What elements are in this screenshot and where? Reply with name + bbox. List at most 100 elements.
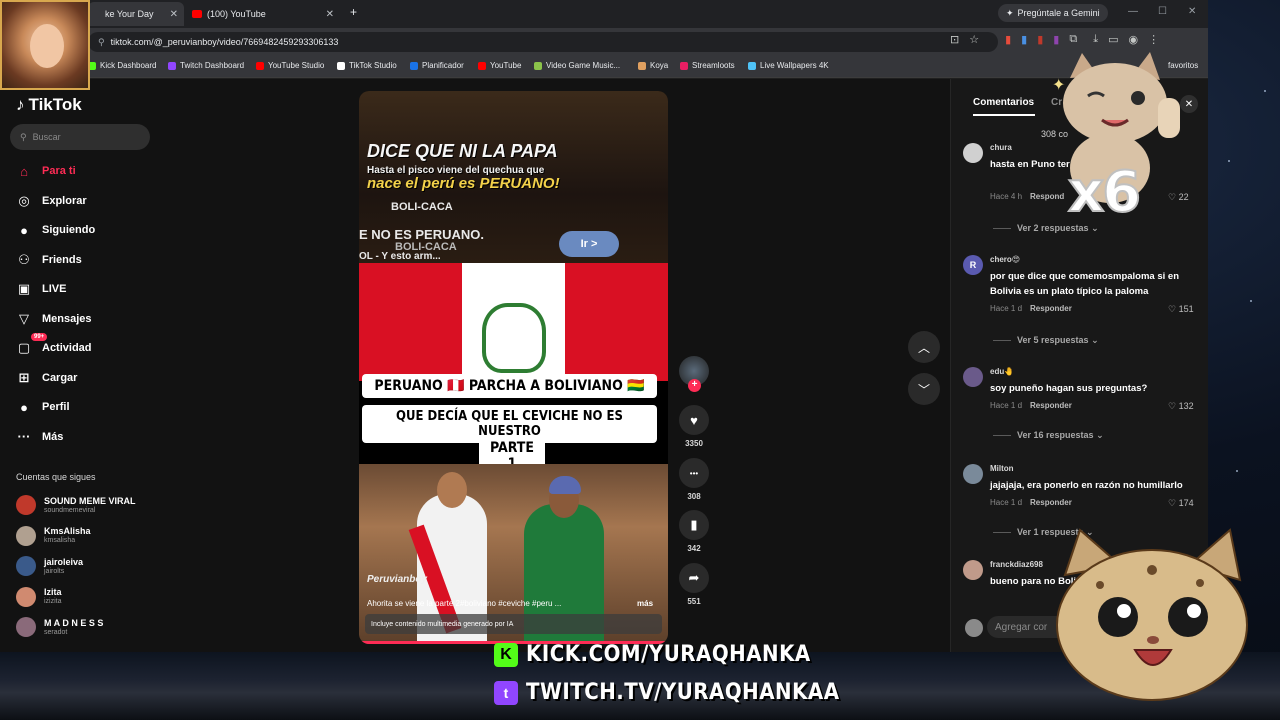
comment-action[interactable]: ••• 308 [676,458,712,501]
followed-account[interactable]: SOUND MEME VIRAL soundmemeviral [16,495,136,515]
bookmark-label: Twitch Dashboard [180,61,245,70]
bookmark-item[interactable]: YouTube [478,61,521,70]
followed-account[interactable]: Izita izizita [16,586,62,607]
tab-comments[interactable]: Comentarios [973,97,1034,108]
heart-outline-icon: ♡ [1168,304,1179,314]
upload-icon: ⊞ [18,369,30,385]
followed-account[interactable]: M A D N E S Sseradot [16,617,103,637]
extension-icon[interactable]: ▮ [1005,33,1011,46]
share-icon: ➦ [679,563,709,593]
sidebar-item-actividad[interactable]: ▢ 99+ Actividad [16,333,92,357]
bookmark-item[interactable]: Streamloots [680,61,735,70]
profile-avatar-icon[interactable]: ◉ [1128,33,1138,46]
kick-logo-icon: K [494,642,518,667]
sidebar-item-friends[interactable]: ⚇ Friends [16,251,82,269]
go-button: Ir > [559,231,619,257]
sidebar-item-perfil[interactable]: ● Perfil [16,398,69,416]
url-field[interactable]: ⚲ tiktok.com/@_peruvianboy/video/7669482… [88,32,998,52]
comment-username[interactable]: franckdiaz698 [990,560,1043,569]
sidebar-item-para-ti[interactable]: ⌂ Para ti [16,162,76,180]
view-replies-button[interactable]: Ver 5 respuestas ⌄ [993,335,1099,346]
site-info-icon[interactable]: ⚲ [98,37,105,48]
tiktok-logo[interactable]: ♪ TikTok [16,95,82,115]
minimize-button[interactable]: — [1128,6,1138,17]
previous-video-button[interactable]: ︿ [908,331,940,363]
comment-like-button[interactable]: ♡ 132 [1168,401,1194,412]
bookmark-favicon-icon [680,61,688,70]
close-tab-icon[interactable]: ✕ [170,9,178,20]
my-avatar [965,619,983,637]
comment-username[interactable]: chero😍 [990,255,1020,264]
tab-youtube[interactable]: (100) YouTube ✕ [190,2,340,26]
next-video-button[interactable]: ﹀ [908,373,940,405]
followed-account[interactable]: jairoleiva jairolts [16,556,83,576]
avatar[interactable]: R [963,255,983,275]
more-icon: ··· [17,429,31,444]
reply-button[interactable]: Responder [1030,401,1072,410]
menu-kebab-icon[interactable]: ⋮ [1148,33,1159,46]
maximize-button[interactable]: ☐ [1158,6,1167,17]
share-action[interactable]: ➦ 551 [676,563,712,606]
like-action[interactable]: ♥ 3350 [676,405,712,448]
avatar[interactable] [963,464,983,484]
sidebar-item-live[interactable]: ▣ LIVE [16,280,67,298]
bookmark-item[interactable]: Planificador [410,61,464,70]
video-player[interactable]: DICE QUE NI LA PAPA Hasta el pisco viene… [359,91,668,644]
sidebar-item-más[interactable]: ··· Más [16,428,64,446]
followed-account[interactable]: KmsAlisha kmsalisha [16,525,91,546]
comment-username[interactable]: Milton [990,464,1014,473]
bookmark-favicon-icon [534,61,542,70]
avatar[interactable] [963,560,983,580]
extensions-puzzle-icon[interactable]: ⧉ [1069,33,1077,46]
close-tab-icon[interactable]: ✕ [326,9,334,20]
bookmark-label: Streamloots [692,61,735,70]
caption-more-link[interactable]: más [637,599,653,608]
video-title-line: PERUANO 🇵🇪 PARCHA A BOLIVIANO 🇧🇴 [362,374,657,398]
sidebar-item-explorar[interactable]: ◎ Explorar [16,192,86,210]
account-handle: seradot [44,628,68,636]
extension-icon[interactable]: ▮ [1037,33,1043,46]
account-info: M A D N E S Sseradot [44,618,103,637]
save-action[interactable]: ▮ 342 [676,510,712,553]
bookmark-item[interactable]: Video Game Music... [534,61,620,70]
sidebar-icon[interactable]: ▭ [1108,33,1118,46]
extension-icon[interactable]: ▮ [1053,33,1059,46]
avatar[interactable] [963,143,983,163]
comment-like-button[interactable]: ♡ 151 [1168,304,1194,315]
comment-username[interactable]: edu🤚 [990,367,1014,376]
view-replies-button[interactable]: Ver 16 respuestas ⌄ [993,430,1104,441]
sidebar-item-siguiendo[interactable]: ● Siguiendo [16,221,95,239]
notification-badge: 99+ [31,333,48,341]
download-icon[interactable]: ⤓ [1093,33,1098,46]
follow-plus-icon[interactable]: + [688,379,701,392]
reply-button[interactable]: Responder [1030,498,1072,507]
comment-like-button[interactable]: ♡ 174 [1168,498,1194,509]
avatar[interactable] [963,367,983,387]
save-count: 342 [687,544,701,553]
close-window-button[interactable]: ✕ [1188,6,1196,17]
search-input[interactable]: ⚲ Buscar [10,124,150,150]
compass-icon: ◎ [18,192,30,208]
sidebar-item-cargar[interactable]: ⊞ Cargar [16,369,78,387]
bookmark-item[interactable]: Twitch Dashboard [168,61,244,70]
extension-icon[interactable]: ▮ [1021,33,1027,46]
heart-outline-icon: ♡ [1168,498,1179,508]
bookmark-item[interactable]: Koya [638,61,668,70]
bookmark-item[interactable]: YouTube Studio [256,61,324,70]
bookmark-item[interactable]: Kick Dashboard [88,61,156,70]
bookmark-item[interactable]: TikTok Studio [337,61,397,70]
activity-icon: ▢ [17,340,31,355]
screen: ke Your Day ✕ (100) YouTube ✕ + ✦ Pregún… [0,0,1280,720]
translate-icon[interactable]: ⊡ [950,33,959,46]
tab-make-your-day[interactable]: ke Your Day ✕ [88,2,184,26]
chevron-up-icon: ︿ [917,340,930,355]
bookmark-item[interactable]: Live Wallpapers 4K [748,61,829,70]
home-icon: ⌂ [20,163,28,179]
gemini-icon: ✦ [1006,7,1014,18]
new-tab-button[interactable]: + [350,5,357,19]
sidebar-item-mensajes[interactable]: ▽ Mensajes [16,310,92,328]
gemini-button[interactable]: ✦ Pregúntale a Gemini [998,4,1108,22]
comment-username[interactable]: chura [990,143,1012,152]
reply-button[interactable]: Responder [1030,304,1072,313]
bookmark-star-icon[interactable]: ☆ [969,33,979,46]
